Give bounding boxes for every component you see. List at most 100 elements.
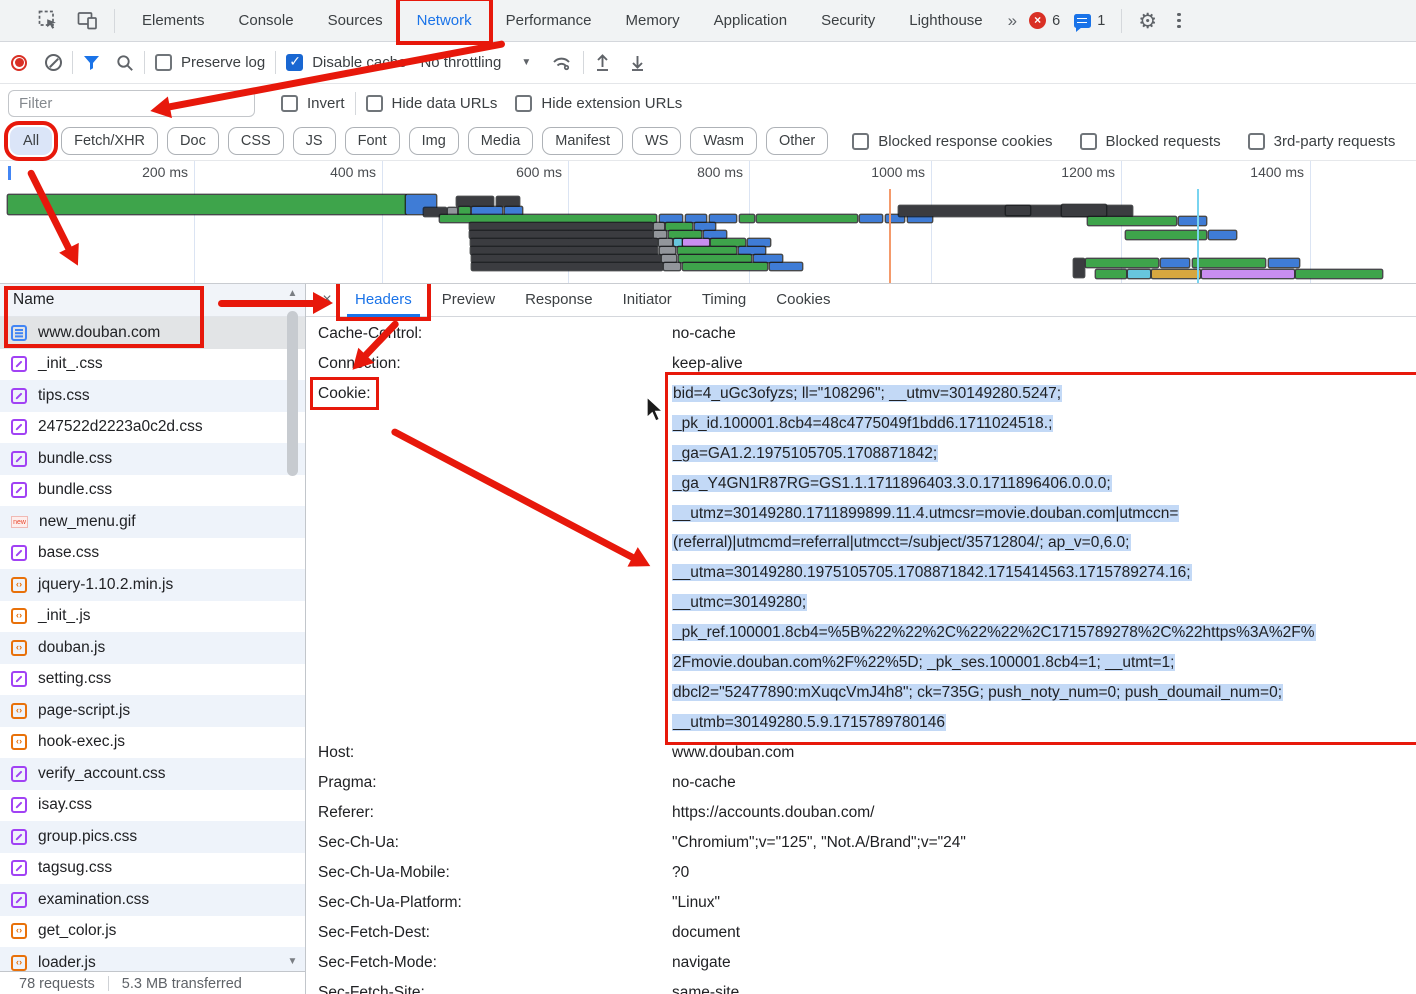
waterfall-bar[interactable] [748, 239, 770, 246]
disable-cache-checkbox[interactable] [286, 54, 303, 71]
hide-data-urls-toggle[interactable]: Hide data URLs [366, 95, 498, 112]
waterfall-bar[interactable] [683, 263, 767, 270]
request-row-jquery-1-10-2-min-js[interactable]: ‹›jquery-1.10.2.min.js [0, 569, 305, 601]
request-row-init-css[interactable]: _init_.css [0, 349, 305, 381]
customize-menu-icon[interactable] [1171, 13, 1187, 29]
waterfall-bar[interactable] [1152, 270, 1200, 278]
invert-checkbox[interactable] [281, 95, 298, 112]
waterfall-bar[interactable] [472, 207, 502, 215]
scroll-up-icon[interactable]: ▲ [285, 286, 300, 301]
waterfall-bar[interactable] [505, 207, 522, 215]
scroll-down-icon[interactable]: ▼ [285, 954, 300, 969]
waterfall-bar[interactable] [662, 255, 676, 262]
clear-network-log-button[interactable] [45, 54, 62, 71]
preserve-log-checkbox[interactable] [155, 54, 172, 71]
hide-data-urls-checkbox[interactable] [366, 95, 383, 112]
blocked-requests-toggle[interactable]: Blocked requests [1080, 133, 1221, 150]
waterfall-bar[interactable] [660, 215, 682, 222]
tab-security[interactable]: Security [804, 1, 892, 41]
hide-extension-urls-toggle[interactable]: Hide extension URLs [515, 95, 682, 112]
waterfall-bar[interactable] [770, 263, 802, 270]
name-column-header[interactable]: Name [0, 284, 305, 317]
waterfall-bar[interactable] [754, 255, 782, 262]
detail-tab-cookies[interactable]: Cookies [761, 284, 845, 317]
waterfall-bar[interactable] [497, 197, 519, 206]
waterfall-bar[interactable] [1179, 217, 1206, 225]
filter-chip-css[interactable]: CSS [228, 127, 284, 155]
request-row-page-script-js[interactable]: ‹›page-script.js [0, 695, 305, 727]
error-badge[interactable]: × 6 [1029, 12, 1060, 29]
detail-tab-timing[interactable]: Timing [687, 284, 761, 317]
disable-cache-toggle[interactable]: Disable cache [286, 54, 406, 71]
waterfall-bar[interactable] [674, 239, 682, 246]
filter-chip-ws[interactable]: WS [632, 127, 681, 155]
waterfall-bar[interactable] [908, 215, 932, 222]
waterfall-bar[interactable] [1296, 270, 1382, 278]
waterfall-bar[interactable] [8, 195, 406, 214]
waterfall-bar[interactable] [1096, 270, 1126, 278]
waterfall-bar[interactable] [686, 215, 706, 222]
waterfall-bar[interactable] [704, 231, 726, 238]
record-network-log-button[interactable] [11, 55, 27, 71]
more-tabs-icon[interactable]: » [1008, 11, 1015, 31]
preserve-log-toggle[interactable]: Preserve log [155, 54, 265, 71]
close-details-icon[interactable]: × [314, 291, 340, 309]
waterfall-bar[interactable] [664, 263, 680, 270]
waterfall-bar[interactable] [1062, 205, 1106, 216]
waterfall-bar[interactable] [470, 223, 652, 230]
tab-console[interactable]: Console [222, 1, 311, 41]
tab-network[interactable]: Network [400, 1, 489, 41]
filter-chip-font[interactable]: Font [345, 127, 400, 155]
filter-chip-all[interactable]: All [10, 127, 52, 155]
tab-memory[interactable]: Memory [609, 1, 697, 41]
export-har-icon[interactable] [629, 53, 646, 72]
waterfall-bar[interactable] [660, 247, 675, 254]
request-row-bundle-css[interactable]: bundle.css [0, 443, 305, 475]
waterfall-bar[interactable] [1202, 270, 1294, 278]
waterfall-bar[interactable] [472, 255, 660, 262]
waterfall-bar[interactable] [1086, 259, 1158, 267]
filter-chip-wasm[interactable]: Wasm [690, 127, 757, 155]
waterfall-bar[interactable] [1161, 259, 1189, 267]
hide-extension-urls-checkbox[interactable] [515, 95, 532, 112]
waterfall-bar[interactable] [757, 215, 857, 222]
tab-performance[interactable]: Performance [489, 1, 609, 41]
request-row-isay-css[interactable]: isay.css [0, 790, 305, 822]
detail-tab-preview[interactable]: Preview [427, 284, 510, 317]
waterfall-bar[interactable] [440, 215, 656, 222]
waterfall-bar[interactable] [470, 231, 652, 238]
filter-chip-fetch-xhr[interactable]: Fetch/XHR [61, 127, 158, 155]
request-row-new-menu-gif[interactable]: newnew_menu.gif [0, 506, 305, 538]
waterfall-bar[interactable] [740, 215, 754, 222]
request-row-init-js[interactable]: ‹›_init_.js [0, 601, 305, 633]
filter-chip-manifest[interactable]: Manifest [542, 127, 623, 155]
detail-tab-headers[interactable]: Headers [340, 284, 427, 317]
scrollbar-thumb[interactable] [287, 311, 298, 476]
waterfall-bar[interactable] [1193, 259, 1265, 267]
search-icon[interactable] [116, 54, 134, 72]
request-row-base-css[interactable]: base.css [0, 538, 305, 570]
waterfall-bar[interactable] [659, 239, 672, 246]
request-row-examination-css[interactable]: examination.css [0, 884, 305, 916]
waterfall-bar[interactable] [683, 239, 709, 246]
waterfall-bar[interactable] [471, 247, 657, 254]
request-row-tagsug-css[interactable]: tagsug.css [0, 853, 305, 885]
request-list-scrollbar[interactable]: ▲ ▼ [285, 286, 300, 969]
waterfall-bar[interactable] [710, 215, 736, 222]
3rd-party-requests-toggle[interactable]: 3rd-party requests [1248, 133, 1396, 150]
issues-badge[interactable]: 1 [1074, 13, 1105, 29]
filter-chip-other[interactable]: Other [766, 127, 828, 155]
waterfall-bar[interactable] [666, 223, 692, 230]
blocked-requests-checkbox[interactable] [1080, 133, 1097, 150]
waterfall-bar[interactable] [739, 247, 765, 254]
blocked-response-cookies-toggle[interactable]: Blocked response cookies [852, 133, 1052, 150]
waterfall-bar[interactable] [1128, 270, 1150, 278]
waterfall-bar[interactable] [1269, 259, 1299, 267]
tab-sources[interactable]: Sources [311, 1, 400, 41]
filter-input[interactable] [8, 90, 255, 117]
blocked-response-cookies-checkbox[interactable] [852, 133, 869, 150]
request-row-douban-js[interactable]: ‹›douban.js [0, 632, 305, 664]
waterfall-bar[interactable] [669, 231, 701, 238]
request-row-verify-account-css[interactable]: verify_account.css [0, 758, 305, 790]
waterfall-bar[interactable] [459, 207, 470, 215]
